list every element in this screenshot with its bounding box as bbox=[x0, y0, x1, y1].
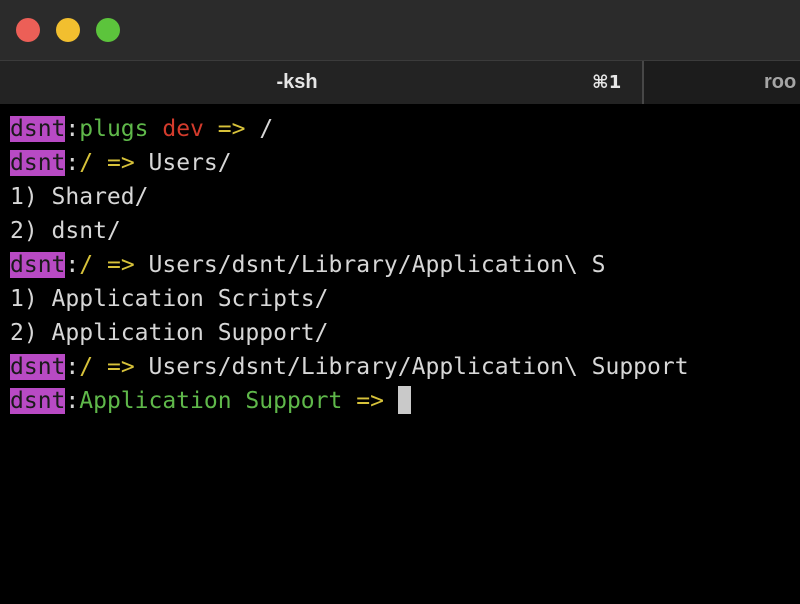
title-bar bbox=[0, 0, 800, 60]
prompt-user: dsnt bbox=[10, 388, 66, 414]
prompt-line: dsnt:plugs dev => / bbox=[10, 114, 273, 144]
prompt-colon: : bbox=[65, 252, 80, 278]
prompt-user: dsnt bbox=[10, 354, 66, 380]
output-line: 1) Shared/ bbox=[10, 184, 149, 210]
output-line: 2) dsnt/ bbox=[10, 218, 121, 244]
prompt-arrow: => bbox=[106, 252, 135, 278]
prompt-user: dsnt bbox=[10, 116, 66, 142]
prompt-colon: : bbox=[65, 116, 80, 142]
command-text: / bbox=[259, 116, 274, 142]
tab-title: roo bbox=[764, 71, 797, 93]
minimize-window-button[interactable] bbox=[56, 18, 80, 42]
prompt-line: dsnt:Application Support => bbox=[10, 386, 411, 416]
output-line: 2) Application Support/ bbox=[10, 320, 329, 346]
tab-shortcut-label: ⌘1 bbox=[592, 72, 622, 93]
prompt-path: plugs bbox=[79, 116, 149, 142]
prompt-colon: : bbox=[65, 150, 80, 176]
tab-bar: -ksh ⌘1 roo bbox=[0, 60, 800, 104]
prompt-path: / bbox=[79, 252, 94, 278]
terminal-window: -ksh ⌘1 roo dsnt:plugs dev => / dsnt:/ =… bbox=[0, 0, 800, 604]
prompt-user: dsnt bbox=[10, 252, 66, 278]
zoom-window-button[interactable] bbox=[96, 18, 120, 42]
command-text: Users/dsnt/Library/Application\ Support bbox=[148, 354, 689, 380]
prompt-user: dsnt bbox=[10, 150, 66, 176]
prompt-path: Application Support bbox=[79, 388, 343, 414]
prompt-line: dsnt:/ => Users/dsnt/Library/Application… bbox=[10, 352, 689, 382]
prompt-path: / bbox=[79, 354, 94, 380]
command-text: Users/dsnt/Library/Application\ S bbox=[148, 252, 606, 278]
prompt-arrow: => bbox=[106, 150, 135, 176]
output-line: 1) Application Scripts/ bbox=[10, 286, 329, 312]
terminal-output[interactable]: dsnt:plugs dev => / dsnt:/ => Users/ 1) … bbox=[0, 104, 800, 604]
prompt-arrow: => bbox=[217, 116, 246, 142]
prompt-colon: : bbox=[65, 388, 80, 414]
command-text: Users/ bbox=[148, 150, 232, 176]
close-window-button[interactable] bbox=[16, 18, 40, 42]
prompt-arrow: => bbox=[106, 354, 135, 380]
prompt-branch: dev bbox=[162, 116, 204, 142]
prompt-colon: : bbox=[65, 354, 80, 380]
tab-ksh[interactable]: -ksh ⌘1 bbox=[0, 61, 642, 104]
prompt-line: dsnt:/ => Users/ bbox=[10, 148, 232, 178]
prompt-path: / bbox=[79, 150, 94, 176]
prompt-arrow: => bbox=[356, 388, 384, 414]
tab-title: -ksh bbox=[276, 71, 318, 93]
tab-root[interactable]: roo bbox=[644, 61, 800, 104]
text-cursor bbox=[397, 386, 411, 414]
prompt-line: dsnt:/ => Users/dsnt/Library/Application… bbox=[10, 250, 606, 280]
